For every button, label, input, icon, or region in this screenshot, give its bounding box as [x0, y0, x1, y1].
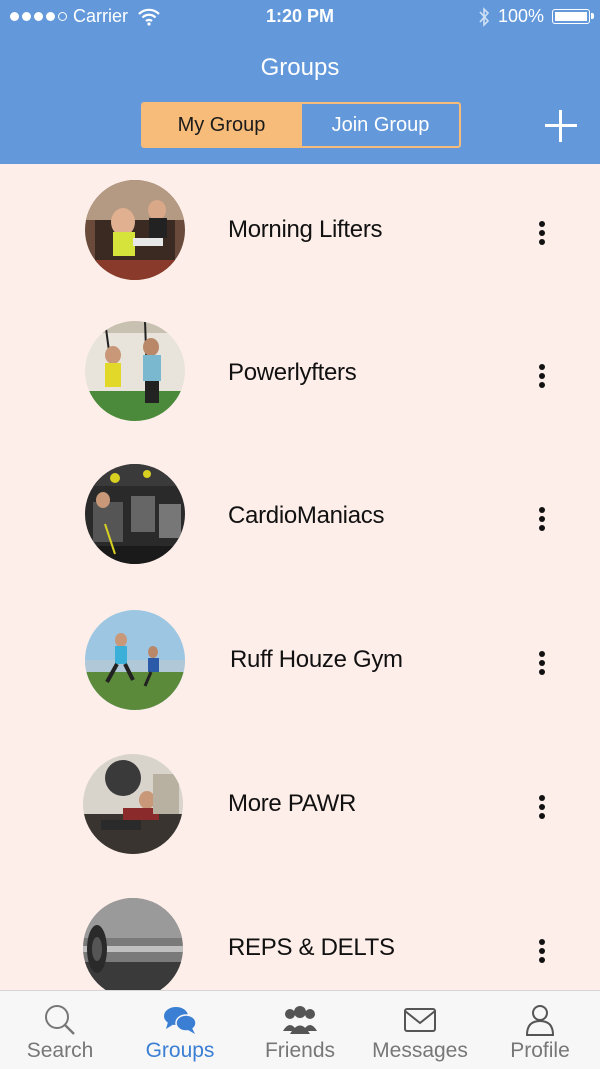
runners-photo [85, 610, 185, 710]
group-name: CardioManiacs [228, 502, 385, 529]
list-item[interactable]: Morning Lifters [0, 164, 600, 304]
list-item[interactable]: REPS & DELTS [0, 882, 600, 990]
tab-label: Messages [372, 1039, 468, 1062]
more-options-icon[interactable] [528, 934, 556, 968]
group-name: Powerlyfters [228, 359, 357, 386]
list-item[interactable]: Powerlyfters [0, 307, 600, 447]
group-avatar [83, 898, 183, 990]
medicine-ball-photo [83, 754, 183, 854]
tab-groups[interactable]: Groups [120, 991, 240, 1069]
barbell-photo [83, 898, 183, 990]
tab-search[interactable]: Search [0, 991, 120, 1069]
battery-fill [555, 12, 587, 21]
segment-join-group[interactable]: Join Group [300, 104, 459, 146]
more-options-icon[interactable] [528, 646, 556, 680]
more-options-icon[interactable] [528, 502, 556, 536]
nav-header: Carrier 1:20 PM 100% Groups My Group Joi… [0, 0, 600, 164]
tab-friends[interactable]: Friends [240, 991, 360, 1069]
group-avatar [85, 610, 185, 710]
group-name: Morning Lifters [228, 216, 383, 243]
tab-messages[interactable]: Messages [360, 991, 480, 1069]
more-options-icon[interactable] [528, 790, 556, 824]
tab-bar: Search Groups Friends Messages Profile [0, 990, 600, 1069]
status-right: 100% [478, 6, 594, 27]
status-bar: Carrier 1:20 PM 100% [0, 0, 600, 34]
add-group-button[interactable] [543, 108, 579, 144]
battery-percent: 100% [497, 6, 544, 26]
group-name: REPS & DELTS [228, 934, 395, 961]
more-options-icon[interactable] [528, 216, 556, 250]
tab-label: Groups [145, 1039, 215, 1062]
group-avatar [83, 754, 183, 854]
group-avatar [85, 180, 185, 280]
gym-class-photo [85, 180, 185, 280]
group-name: More PAWR [228, 790, 356, 817]
tab-label: Profile [510, 1039, 570, 1062]
group-name: Ruff Houze Gym [230, 646, 403, 673]
page-title: Groups [260, 54, 340, 81]
tab-profile[interactable]: Profile [480, 991, 600, 1069]
search-icon [45, 1005, 75, 1035]
chat-bubbles-icon [164, 1007, 197, 1034]
group-avatar [85, 321, 185, 421]
group-list: Morning Lifters Powerlyfters CardioMania… [0, 164, 600, 990]
person-icon [525, 1005, 555, 1036]
group-segmented-control[interactable]: My Group Join Group [141, 102, 461, 148]
segment-my-group[interactable]: My Group [143, 104, 300, 146]
tab-label: Search [26, 1039, 94, 1062]
bluetooth-icon [479, 6, 490, 27]
tab-label: Friends [264, 1039, 336, 1062]
envelope-icon [404, 1008, 436, 1032]
list-item[interactable]: More PAWR [0, 738, 600, 878]
more-options-icon[interactable] [528, 359, 556, 393]
battery-icon [552, 9, 594, 24]
people-icon [283, 1006, 317, 1034]
trx-training-photo [85, 321, 185, 421]
group-avatar [85, 464, 185, 564]
list-item[interactable]: Ruff Houze Gym [0, 594, 600, 734]
spin-class-photo [85, 464, 185, 564]
list-item[interactable]: CardioManiacs [0, 450, 600, 590]
